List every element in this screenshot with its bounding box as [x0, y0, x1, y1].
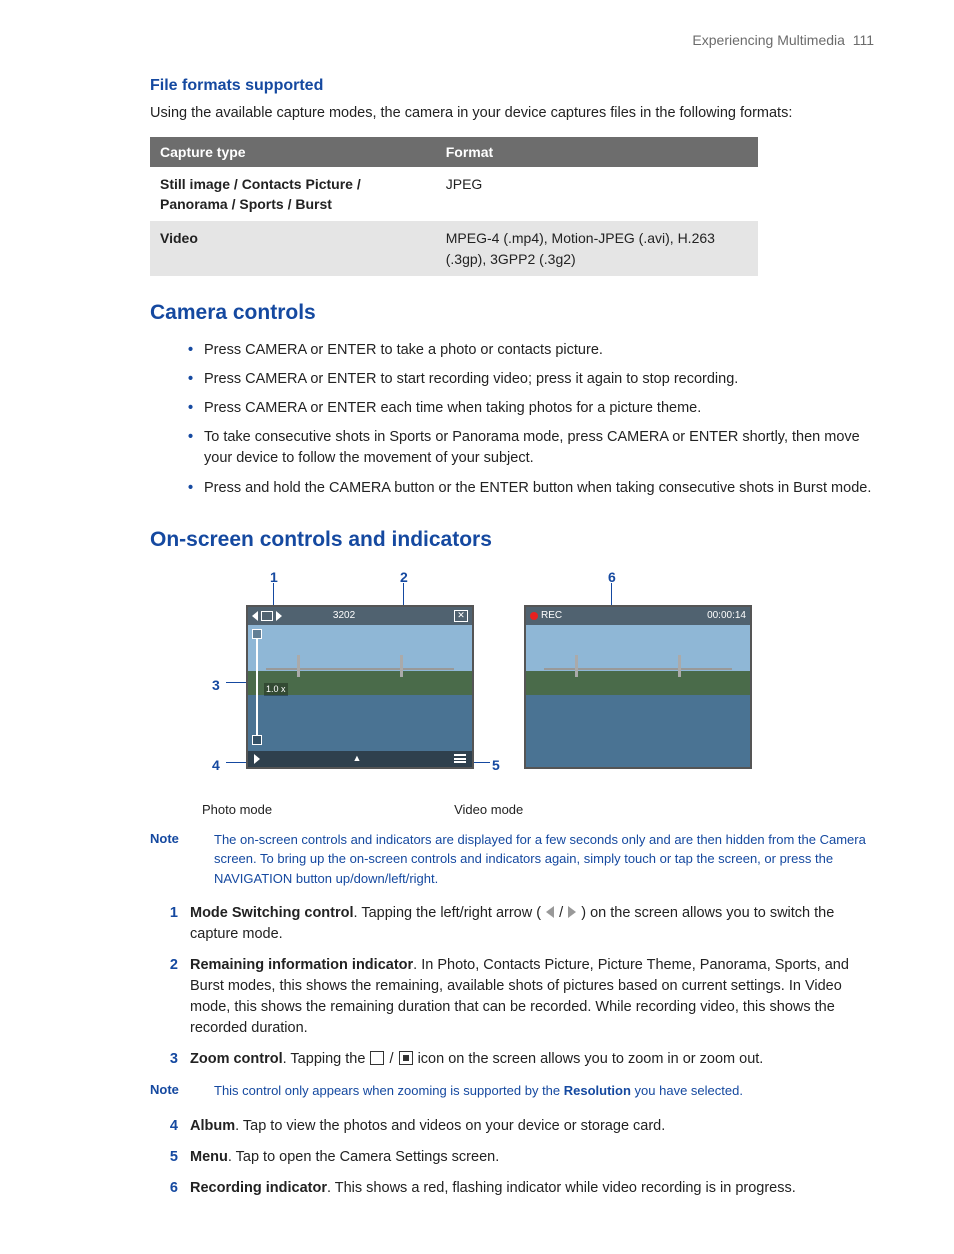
rec-dot-icon	[530, 612, 538, 620]
list-item: 1 Mode Switching control. Tapping the le…	[150, 898, 874, 950]
rec-label: REC	[541, 609, 562, 624]
item-number: 6	[150, 1178, 178, 1199]
callout-line	[474, 762, 490, 763]
camera-mode-icon	[261, 611, 273, 621]
video-top-bar: REC 00:00:14	[526, 607, 750, 625]
table-header-row: Capture type Format	[150, 137, 758, 167]
photo-bottom-bar: ▲	[248, 751, 472, 767]
format-cell: JPEG	[436, 167, 758, 222]
item-text: Recording indicator. This shows a red, f…	[190, 1178, 796, 1199]
list-item: 5 Menu. Tap to open the Camera Settings …	[150, 1142, 874, 1173]
item-text: Zoom control. Tapping the / icon on the …	[190, 1049, 763, 1070]
item-text: Remaining information indicator. In Phot…	[190, 955, 874, 1039]
file-formats-table: Capture type Format Still image / Contac…	[150, 137, 758, 276]
note-block-2: Note This control only appears when zoom…	[150, 1081, 874, 1101]
remaining-indicator: 3202	[333, 609, 355, 624]
controls-list-2: 4 Album. Tap to view the photos and vide…	[150, 1111, 874, 1204]
format-cell: MPEG-4 (.mp4), Motion-JPEG (.avi), H.263…	[436, 221, 758, 276]
rec-time: 00:00:14	[707, 609, 746, 624]
list-item: To take consecutive shots in Sports or P…	[188, 423, 874, 473]
screen-captions: Photo mode Video mode	[202, 801, 874, 820]
zoom-track	[256, 639, 258, 735]
album-icon	[254, 754, 260, 764]
item-number: 2	[150, 955, 178, 1039]
item-number: 5	[150, 1147, 178, 1168]
page-number: 111	[853, 32, 874, 48]
bridge-tower	[575, 655, 578, 677]
item-number: 3	[150, 1049, 178, 1070]
bridge-tower	[297, 655, 300, 677]
onscreen-diagram: 1 2 6 3 4 5 3202 ✕	[240, 567, 816, 795]
close-icon: ✕	[454, 610, 468, 622]
callout-line	[226, 762, 246, 763]
table-row: Video MPEG-4 (.mp4), Motion-JPEG (.avi),…	[150, 221, 758, 276]
camera-controls-heading: Camera controls	[150, 298, 874, 328]
zoom-level-text: 1.0 x	[264, 683, 288, 696]
list-item: Press CAMERA or ENTER to start recording…	[188, 365, 874, 394]
photo-top-bar: 3202 ✕	[248, 607, 472, 625]
capture-type-cell: Still image / Contacts Picture / Panoram…	[150, 167, 436, 222]
file-formats-intro: Using the available capture modes, the c…	[150, 103, 874, 124]
list-item: Press CAMERA or ENTER to take a photo or…	[188, 336, 874, 365]
list-item: 2 Remaining information indicator. In Ph…	[150, 950, 874, 1044]
table-row: Still image / Contacts Picture / Panoram…	[150, 167, 758, 222]
mode-right-arrow-icon	[276, 611, 282, 621]
page-header: Experiencing Multimedia 111	[100, 30, 874, 50]
bridge-line	[266, 668, 454, 670]
callout-line	[611, 583, 612, 605]
zoom-out-box-icon	[399, 1051, 413, 1065]
item-text: Menu. Tap to open the Camera Settings sc…	[190, 1147, 499, 1168]
list-item: 6 Recording indicator. This shows a red,…	[150, 1173, 874, 1204]
col-format: Format	[436, 137, 758, 167]
capture-type-cell: Video	[150, 221, 436, 276]
callout-4: 4	[212, 755, 220, 775]
video-caption: Video mode	[454, 801, 523, 820]
bridge-tower	[678, 655, 681, 677]
callout-3: 3	[212, 675, 220, 695]
callout-line	[403, 583, 404, 605]
mode-left-arrow-icon	[252, 611, 258, 621]
section-name: Experiencing Multimedia	[692, 32, 845, 48]
item-number: 4	[150, 1116, 178, 1137]
zoom-in-icon	[252, 629, 262, 639]
list-item: Press and hold the CAMERA button or the …	[188, 474, 874, 503]
onscreen-heading: On-screen controls and indicators	[150, 525, 874, 555]
zoom-slider	[252, 629, 262, 745]
zoom-in-box-icon	[370, 1051, 384, 1065]
camera-controls-list: Press CAMERA or ENTER to take a photo or…	[188, 336, 874, 502]
list-item: 3 Zoom control. Tapping the / icon on th…	[150, 1044, 874, 1075]
right-arrow-icon	[568, 906, 576, 918]
bridge-line	[544, 668, 732, 670]
zoom-out-icon	[252, 735, 262, 745]
bridge-tower	[400, 655, 403, 677]
left-arrow-icon	[546, 906, 554, 918]
callout-line	[226, 682, 246, 683]
menu-icon	[454, 753, 466, 765]
note-text: The on-screen controls and indicators ar…	[214, 830, 874, 889]
list-item: Press CAMERA or ENTER each time when tak…	[188, 394, 874, 423]
controls-list: 1 Mode Switching control. Tapping the le…	[150, 898, 874, 1075]
callout-5: 5	[492, 755, 500, 775]
photo-mode-screen: 3202 ✕ 1.0 x ▲	[246, 605, 474, 769]
photo-caption: Photo mode	[202, 801, 272, 820]
file-formats-heading: File formats supported	[150, 74, 874, 97]
video-mode-screen: REC 00:00:14	[524, 605, 752, 769]
note-block: Note The on-screen controls and indicato…	[150, 830, 874, 889]
col-capture-type: Capture type	[150, 137, 436, 167]
item-text: Album. Tap to view the photos and videos…	[190, 1116, 665, 1137]
item-number: 1	[150, 903, 178, 945]
list-item: 4 Album. Tap to view the photos and vide…	[150, 1111, 874, 1142]
note-text: This control only appears when zooming i…	[214, 1081, 743, 1101]
item-text: Mode Switching control. Tapping the left…	[190, 903, 874, 945]
note-label: Note	[150, 1081, 196, 1101]
note-label: Note	[150, 830, 196, 889]
callout-line	[273, 583, 274, 605]
